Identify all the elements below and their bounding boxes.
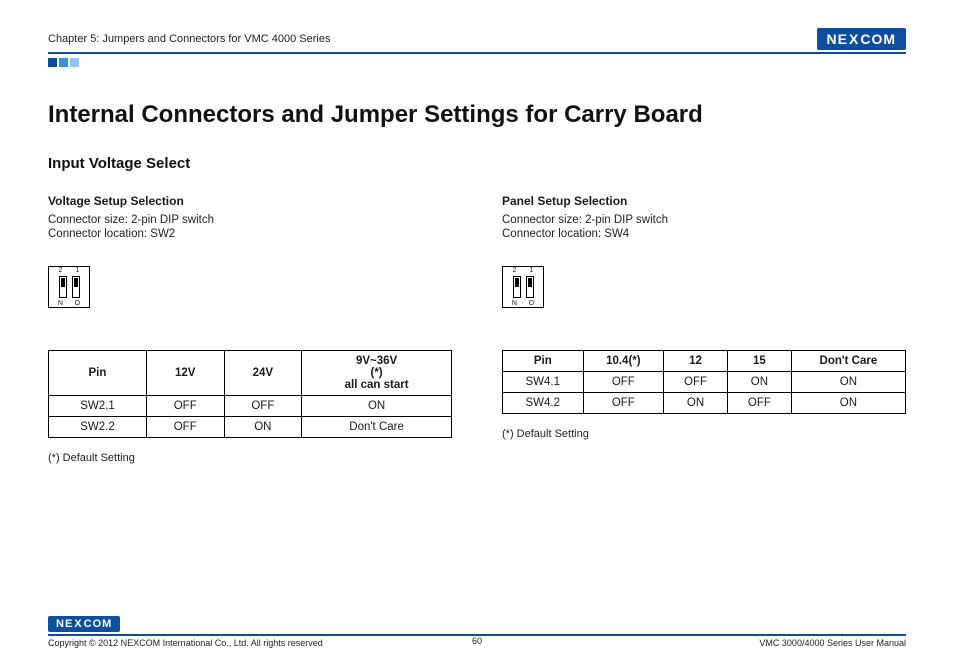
th-24v: 24V bbox=[224, 351, 302, 396]
dip-label: 2 bbox=[513, 267, 517, 274]
table-row: SW2.1 OFF OFF ON bbox=[49, 396, 452, 417]
footer-logo-wrap: NEXCOM bbox=[48, 616, 120, 632]
cell: SW2.2 bbox=[49, 417, 147, 438]
panel-table: Pin 10.4(*) 12 15 Don't Care SW4.1 OFF O… bbox=[502, 350, 906, 414]
dip-label: N bbox=[512, 300, 517, 307]
dip-label: O bbox=[529, 300, 534, 307]
cell: SW4.1 bbox=[503, 372, 584, 393]
cell: OFF bbox=[583, 393, 664, 414]
panel-note: (*) Default Setting bbox=[502, 428, 906, 440]
th-15: 15 bbox=[727, 351, 791, 372]
voltage-note: (*) Default Setting bbox=[48, 452, 452, 464]
dip-slot bbox=[59, 276, 67, 298]
page-footer: Copyright © 2012 NEXCOM International Co… bbox=[48, 634, 906, 648]
cell: SW4.2 bbox=[503, 393, 584, 414]
cell: OFF bbox=[146, 396, 224, 417]
th-12v: 12V bbox=[146, 351, 224, 396]
dip-label: O bbox=[75, 300, 80, 307]
voltage-conn-loc: Connector location: SW2 bbox=[48, 228, 452, 240]
dip-label: 1 bbox=[530, 267, 534, 274]
cell: SW2.1 bbox=[49, 396, 147, 417]
doc-title-footer: VMC 3000/4000 Series User Manual bbox=[759, 638, 906, 648]
cell: ON bbox=[302, 396, 452, 417]
voltage-setup-column: Voltage Setup Selection Connector size: … bbox=[48, 194, 452, 464]
section-title: Input Voltage Select bbox=[48, 155, 906, 172]
table-row: SW4.1 OFF OFF ON ON bbox=[503, 372, 906, 393]
cell: OFF bbox=[727, 393, 791, 414]
table-row: SW4.2 OFF ON OFF ON bbox=[503, 393, 906, 414]
cell: OFF bbox=[224, 396, 302, 417]
th-12: 12 bbox=[664, 351, 728, 372]
cell: OFF bbox=[664, 372, 728, 393]
dip-slot bbox=[513, 276, 521, 298]
dip-slot bbox=[72, 276, 80, 298]
voltage-conn-size: Connector size: 2-pin DIP switch bbox=[48, 214, 452, 226]
th-9v36v: 9V~36V (*) all can start bbox=[302, 351, 452, 396]
dip-slot bbox=[526, 276, 534, 298]
table-row: SW2.2 OFF ON Don't Care bbox=[49, 417, 452, 438]
table-header-row: Pin 10.4(*) 12 15 Don't Care bbox=[503, 351, 906, 372]
th-dontcare: Don't Care bbox=[791, 351, 905, 372]
cell: Don't Care bbox=[302, 417, 452, 438]
cell: ON bbox=[727, 372, 791, 393]
th-pin: Pin bbox=[49, 351, 147, 396]
dip-switch-sw2-diagram: 2 1 N O bbox=[48, 266, 90, 308]
cell: OFF bbox=[146, 417, 224, 438]
cell: ON bbox=[664, 393, 728, 414]
chapter-title: Chapter 5: Jumpers and Connectors for VM… bbox=[48, 33, 330, 45]
brand-logo: NEXCOM bbox=[817, 28, 906, 50]
cell: ON bbox=[791, 393, 905, 414]
page-title: Internal Connectors and Jumper Settings … bbox=[48, 101, 906, 129]
brand-logo-footer: NEXCOM bbox=[48, 616, 120, 632]
page-header: Chapter 5: Jumpers and Connectors for VM… bbox=[48, 28, 906, 54]
dip-label: N bbox=[58, 300, 63, 307]
voltage-sub-title: Voltage Setup Selection bbox=[48, 194, 452, 208]
panel-setup-column: Panel Setup Selection Connector size: 2-… bbox=[502, 194, 906, 464]
dip-label: 2 bbox=[59, 267, 63, 274]
voltage-table: Pin 12V 24V 9V~36V (*) all can start SW2… bbox=[48, 350, 452, 438]
panel-sub-title: Panel Setup Selection bbox=[502, 194, 906, 208]
cell: OFF bbox=[583, 372, 664, 393]
th-104: 10.4(*) bbox=[583, 351, 664, 372]
panel-conn-size: Connector size: 2-pin DIP switch bbox=[502, 214, 906, 226]
copyright-text: Copyright © 2012 NEXCOM International Co… bbox=[48, 638, 323, 648]
decorative-squares bbox=[48, 58, 906, 67]
dip-switch-sw4-diagram: 2 1 N O bbox=[502, 266, 544, 308]
content-columns: Voltage Setup Selection Connector size: … bbox=[48, 194, 906, 464]
table-header-row: Pin 12V 24V 9V~36V (*) all can start bbox=[49, 351, 452, 396]
panel-conn-loc: Connector location: SW4 bbox=[502, 228, 906, 240]
cell: ON bbox=[791, 372, 905, 393]
cell: ON bbox=[224, 417, 302, 438]
dip-label: 1 bbox=[76, 267, 80, 274]
th-pin: Pin bbox=[503, 351, 584, 372]
